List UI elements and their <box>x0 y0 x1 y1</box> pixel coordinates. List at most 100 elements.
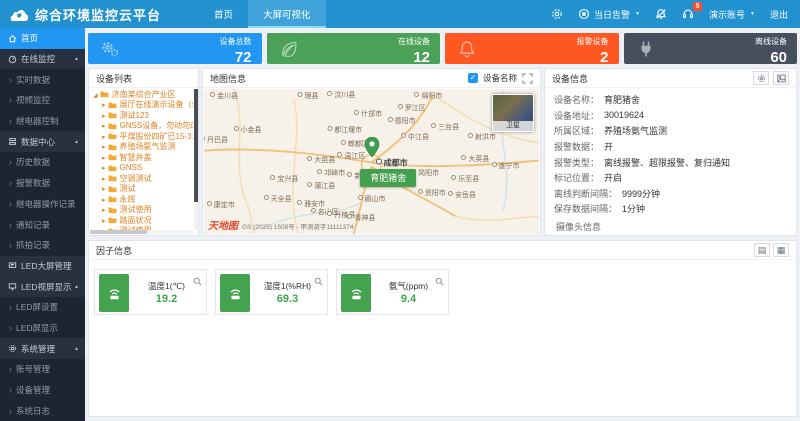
sidebar-item-alarm-data[interactable]: 报警数据 <box>0 173 85 194</box>
tree-item[interactable]: 测试使用 <box>89 205 193 216</box>
plug-icon <box>636 39 656 59</box>
daily-alarm-dropdown[interactable]: 当日告警 <box>578 8 640 21</box>
map-city-label: 绵阳市 <box>414 91 442 101</box>
map-expand-icon[interactable] <box>522 73 533 84</box>
factor-info-panel: 因子信息 温度1(℃) 19.2 <box>88 240 797 417</box>
tree-item[interactable]: GNSS设备，勿动勿改 <box>89 121 193 132</box>
panels-row: 设备列表 济南某综合产业区 展厅在线演示设备（勿 测试123 GNSS设备，勿动… <box>88 68 797 236</box>
sidebar-group-led-display[interactable]: LED视屏显示▲ <box>0 276 85 297</box>
sidebar-item-video-monitor[interactable]: 视频监控 <box>0 90 85 111</box>
header-actions: 当日告警 5 演示账号 退出 <box>551 8 788 21</box>
folder-icon <box>108 216 117 224</box>
tree-item[interactable]: 平煤股份四矿已15-31 <box>89 131 193 142</box>
tree-item[interactable]: 测试 <box>89 184 193 195</box>
map-city-label: 罗江区 <box>398 103 426 113</box>
sidebar-item-relay-log[interactable]: 继电器操作记录 <box>0 194 85 215</box>
device-map-pin[interactable] <box>364 137 379 157</box>
message-headset-icon[interactable]: 5 <box>682 8 694 20</box>
led-screen-icon <box>8 261 17 270</box>
map-city-label: 大邑县 <box>307 155 335 165</box>
map-city-label: 天全县 <box>264 194 292 204</box>
picture-icon <box>777 74 786 83</box>
folder-icon <box>108 185 117 193</box>
sidebar-item-relay-control[interactable]: 继电器控制 <box>0 111 85 132</box>
sidebar-item-history-data[interactable]: 历史数据 <box>0 152 85 173</box>
factor-card-ammonia[interactable]: 氨气(ppm) 9.4 <box>336 269 449 315</box>
map-city-label: 汶川县 <box>327 90 355 100</box>
stat-card-online-devices: 在线设备12 <box>267 33 441 64</box>
factor-card-humidity[interactable]: 湿度1(%RH) 69.3 <box>215 269 328 315</box>
sidebar-item-led-settings[interactable]: LED屏设置 <box>0 297 85 318</box>
map-city-label: 小金县 <box>234 125 262 135</box>
map-city-label: 理县 <box>297 91 318 101</box>
sidebar-item-account-mgmt[interactable]: 账号管理 <box>0 359 85 380</box>
grid-view-toggle-icon[interactable] <box>773 243 789 257</box>
tree-item[interactable]: 智慧井盖 <box>89 152 193 163</box>
theme-gear-icon[interactable] <box>551 8 563 20</box>
tianditu-logo: 天地图 <box>208 217 238 232</box>
map-city-label: 成都市 <box>376 157 408 168</box>
sidebar-item-led-show[interactable]: LED屏显示 <box>0 318 85 339</box>
map-canvas[interactable]: 金川县 理县 汶川县 绵阳市 罗江区 什邡市 德阳市 中江县 三台县 射洪市 大… <box>204 89 539 234</box>
device-image-button[interactable] <box>773 71 789 85</box>
mute-bell-icon[interactable] <box>655 8 667 20</box>
database-icon <box>8 137 17 146</box>
sidebar-item-snapshot-log[interactable]: 抓拍记录 <box>0 235 85 256</box>
sidebar-item-led-screen-mgmt[interactable]: LED大屏管理 <box>0 256 85 277</box>
factor-cards: 温度1(℃) 19.2 湿度1(%RH) 69.3 <box>89 260 796 324</box>
magnifier-icon[interactable] <box>314 273 323 291</box>
tree-item[interactable]: 展厅在线演示设备（勿 <box>89 100 193 111</box>
tree-item[interactable]: 养殖场氨气监测 <box>89 142 193 153</box>
map-city-label: 蒲江县 <box>307 181 335 191</box>
camera-info-section[interactable]: 摄像头信息 <box>554 219 787 236</box>
logout-button[interactable]: 退出 <box>770 8 788 21</box>
stat-cards-row: 设备总数72 在线设备12 报警设备2 离线设备60 <box>88 33 797 64</box>
device-name-checkbox[interactable] <box>468 73 478 83</box>
folder-icon <box>108 143 117 151</box>
map-city-label: 宝兴县 <box>270 174 298 184</box>
sidebar-item-notice-log[interactable]: 通知记录 <box>0 214 85 235</box>
gauge-icon <box>8 55 17 64</box>
magnifier-icon[interactable] <box>193 273 202 291</box>
tree-item[interactable]: 路面状况 <box>89 215 193 226</box>
tree-horizontal-scrollbar[interactable] <box>90 230 193 234</box>
device-info-title: 设备信息 <box>552 72 588 85</box>
sidebar-item-device-mgmt[interactable]: 设备管理 <box>0 380 85 401</box>
tree-root[interactable]: 济南某综合产业区 <box>89 89 193 100</box>
tree-caret-icon[interactable] <box>93 90 100 99</box>
device-list-title: 设备列表 <box>89 69 198 88</box>
sidebar-group-system-mgmt[interactable]: 系统管理▲ <box>0 338 85 359</box>
sidebar-item-home[interactable]: 首页 <box>0 28 85 49</box>
tree-item[interactable]: 永辉 <box>89 194 193 205</box>
alarm-target-icon <box>578 8 590 20</box>
gear-icon <box>8 344 17 353</box>
app-header: 综合环境监控云平台 首页 大屏可视化 当日告警 5 演示账号 退出 <box>0 0 800 28</box>
magnifier-icon[interactable] <box>435 273 444 291</box>
collapse-caret-icon: ▲ <box>74 346 79 352</box>
satellite-layer-button[interactable]: 卫星 <box>492 94 534 132</box>
nav-item-bigscreen[interactable]: 大屏可视化 <box>248 0 326 28</box>
factor-card-temperature[interactable]: 温度1(℃) 19.2 <box>94 269 207 315</box>
sensor-icon <box>99 274 129 312</box>
tree-item[interactable]: GNSS <box>89 163 193 174</box>
cloud-logo-icon <box>9 7 29 21</box>
sidebar-item-realtime-data[interactable]: 实时数据 <box>0 69 85 90</box>
tree-vertical-scrollbar[interactable] <box>194 89 198 230</box>
map-title: 地图信息 <box>210 72 246 85</box>
stat-card-offline-devices: 离线设备60 <box>624 33 798 64</box>
tree-item[interactable]: 空调测试 <box>89 173 193 184</box>
sidebar-group-online-monitor[interactable]: 在线监控▲ <box>0 49 85 70</box>
main-content: 设备总数72 在线设备12 报警设备2 离线设备60 设备列表 济南某综合产业区 <box>85 28 800 421</box>
device-marker-label[interactable]: 育肥猪舍 <box>360 169 416 187</box>
leaf-icon <box>279 39 299 59</box>
account-dropdown[interactable]: 演示账号 <box>709 8 755 21</box>
sidebar-item-system-log[interactable]: 系统日志 <box>0 400 85 421</box>
nav-item-home[interactable]: 首页 <box>199 0 248 28</box>
device-settings-button[interactable] <box>753 71 769 85</box>
tree-item[interactable]: 测试123 <box>89 110 193 121</box>
sidebar-group-data-center[interactable]: 数据中心▲ <box>0 131 85 152</box>
map-city-label: 遂宁市 <box>492 161 520 171</box>
list-view-toggle-icon[interactable] <box>754 243 770 257</box>
folder-icon <box>108 164 117 172</box>
home-icon <box>8 34 17 43</box>
